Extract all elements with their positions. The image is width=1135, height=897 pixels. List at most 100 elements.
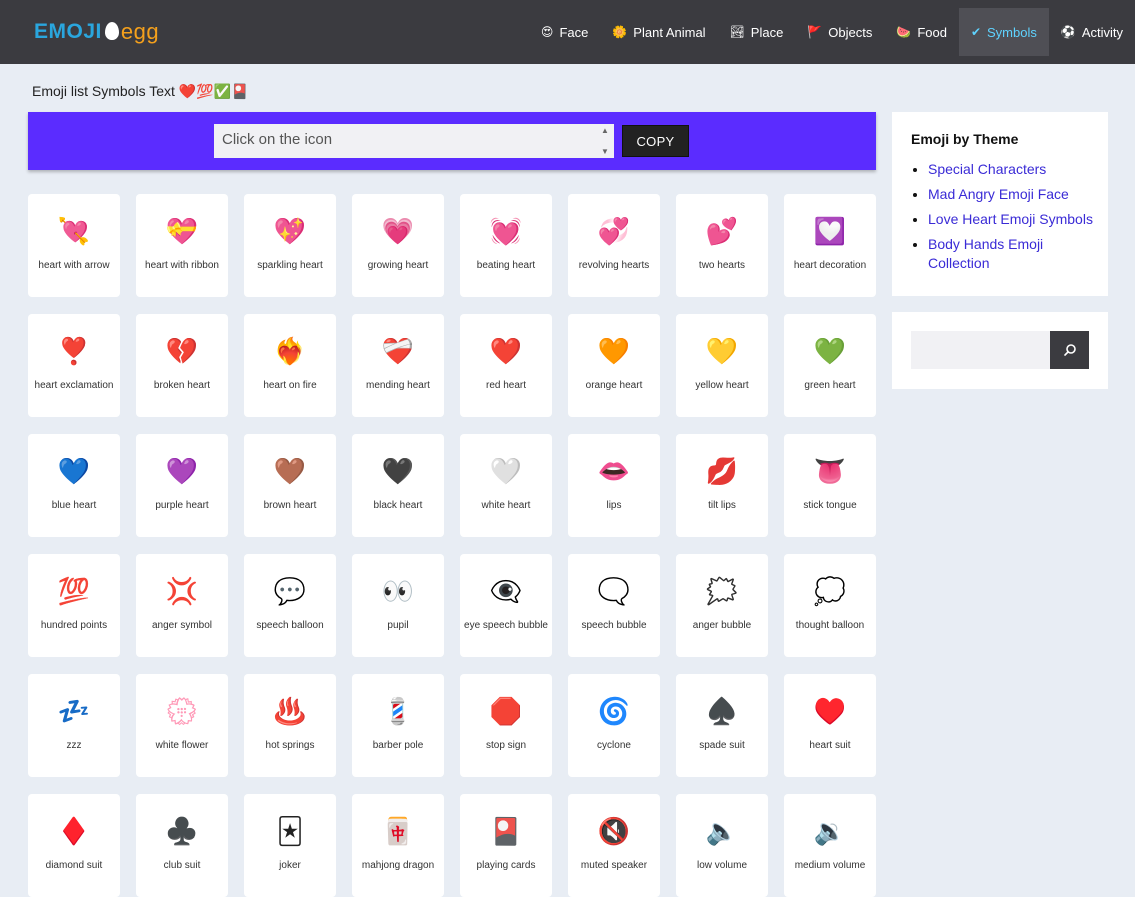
emoji-card[interactable]: ♦️ diamond suit bbox=[28, 794, 120, 897]
emoji-name: mending heart bbox=[366, 380, 430, 391]
emoji-card[interactable]: 🛑 stop sign bbox=[460, 674, 552, 777]
theme-link[interactable]: Mad Angry Emoji Face bbox=[928, 186, 1069, 202]
emoji-card[interactable]: 🧡 orange heart bbox=[568, 314, 660, 417]
emoji-card[interactable]: 🀄 mahjong dragon bbox=[352, 794, 444, 897]
emoji-glyph: ❣️ bbox=[57, 336, 91, 366]
emoji-card[interactable]: 🗯️ anger bubble bbox=[676, 554, 768, 657]
emoji-name: broken heart bbox=[153, 380, 211, 391]
nav-item-place[interactable]: 🏞 Place bbox=[718, 8, 796, 56]
emoji-glyph: 🌀 bbox=[597, 696, 631, 726]
emoji-glyph: ❤️ bbox=[489, 336, 523, 366]
emoji-card[interactable]: 🔈 low volume bbox=[676, 794, 768, 897]
spinner-down-icon[interactable]: ▼ bbox=[601, 147, 609, 156]
copy-input-spinner[interactable]: ▲ ▼ bbox=[598, 126, 612, 156]
emoji-card[interactable]: 💚 green heart bbox=[784, 314, 876, 417]
emoji-card[interactable]: ♥️ heart suit bbox=[784, 674, 876, 777]
emoji-name: diamond suit bbox=[45, 860, 103, 871]
emoji-glyph: 🛑 bbox=[489, 696, 523, 726]
emoji-card[interactable]: 🤎 brown heart bbox=[244, 434, 336, 537]
emoji-card[interactable]: ❤️‍🔥 heart on fire bbox=[244, 314, 336, 417]
emoji-card[interactable]: 💞 revolving hearts bbox=[568, 194, 660, 297]
emoji-card[interactable]: ♠️ spade suit bbox=[676, 674, 768, 777]
theme-list-item: Body Hands Emoji Collection bbox=[928, 235, 1103, 273]
emoji-card[interactable]: 👁️‍🗨️ eye speech bubble bbox=[460, 554, 552, 657]
emoji-card[interactable]: 💭 thought balloon bbox=[784, 554, 876, 657]
emoji-card[interactable]: 💤 zzz bbox=[28, 674, 120, 777]
spinner-up-icon[interactable]: ▲ bbox=[601, 126, 609, 135]
emoji-card[interactable]: 💯 hundred points bbox=[28, 554, 120, 657]
emoji-glyph: 💬 bbox=[273, 576, 307, 606]
copy-input[interactable]: Click on the icon bbox=[214, 124, 614, 158]
theme-list-item: Special Characters bbox=[928, 160, 1103, 179]
emoji-card[interactable]: 💈 barber pole bbox=[352, 674, 444, 777]
emoji-name: spade suit bbox=[699, 740, 745, 751]
nav-item-food[interactable]: 🍉 Food bbox=[884, 8, 959, 56]
theme-link[interactable]: Special Characters bbox=[928, 161, 1046, 177]
copy-button[interactable]: COPY bbox=[622, 125, 689, 157]
site-logo[interactable]: EMOJI egg bbox=[34, 18, 159, 46]
emoji-card[interactable]: 💛 yellow heart bbox=[676, 314, 768, 417]
theme-link[interactable]: Body Hands Emoji Collection bbox=[928, 236, 1043, 271]
emoji-card[interactable]: ❤️ red heart bbox=[460, 314, 552, 417]
emoji-card[interactable]: 👄 lips bbox=[568, 434, 660, 537]
emoji-glyph: ♠️ bbox=[705, 696, 739, 726]
emoji-glyph: 💈 bbox=[381, 696, 415, 726]
emoji-card[interactable]: ❣️ heart exclamation bbox=[28, 314, 120, 417]
emoji-card[interactable]: 💜 purple heart bbox=[136, 434, 228, 537]
emoji-card[interactable]: 💬 speech balloon bbox=[244, 554, 336, 657]
emoji-card[interactable]: 💙 blue heart bbox=[28, 434, 120, 537]
emoji-card[interactable]: 💝 heart with ribbon bbox=[136, 194, 228, 297]
emoji-card[interactable]: 👅 stick tongue bbox=[784, 434, 876, 537]
theme-list-item: Mad Angry Emoji Face bbox=[928, 185, 1103, 204]
emoji-card[interactable]: 🔇 muted speaker bbox=[568, 794, 660, 897]
emoji-card[interactable]: 🗨️ speech bubble bbox=[568, 554, 660, 657]
emoji-name: orange heart bbox=[585, 380, 643, 391]
emoji-card[interactable]: 🖤 black heart bbox=[352, 434, 444, 537]
emoji-card[interactable]: ♨️ hot springs bbox=[244, 674, 336, 777]
logo-text-emoji: EMOJI bbox=[34, 20, 102, 43]
emoji-glyph: 💛 bbox=[705, 336, 739, 366]
emoji-card[interactable]: 💗 growing heart bbox=[352, 194, 444, 297]
emoji-card[interactable]: 💘 heart with arrow bbox=[28, 194, 120, 297]
emoji-card[interactable]: 🔉 medium volume bbox=[784, 794, 876, 897]
emoji-card[interactable]: 💓 beating heart bbox=[460, 194, 552, 297]
emoji-card[interactable]: 💕 two hearts bbox=[676, 194, 768, 297]
emoji-glyph: 💞 bbox=[597, 216, 631, 246]
emoji-name: speech bubble bbox=[581, 620, 647, 631]
emoji-name: heart on fire bbox=[263, 380, 317, 391]
nav-item-objects[interactable]: 🚩 Objects bbox=[795, 8, 884, 56]
emoji-card[interactable]: 💢 anger symbol bbox=[136, 554, 228, 657]
nav-item-plant-animal[interactable]: 🌼 Plant Animal bbox=[600, 8, 717, 56]
emoji-name: red heart bbox=[485, 380, 527, 391]
sidebar-search-input[interactable] bbox=[911, 331, 1051, 369]
emoji-card[interactable]: 💮 white flower bbox=[136, 674, 228, 777]
nav-activity-icon: ⚽ bbox=[1060, 25, 1076, 39]
emoji-name: barber pole bbox=[372, 740, 424, 751]
emoji-card[interactable]: 👀 pupil bbox=[352, 554, 444, 657]
emoji-glyph: 💟 bbox=[813, 216, 847, 246]
emoji-card[interactable]: 🎴 playing cards bbox=[460, 794, 552, 897]
emoji-card[interactable]: 💖 sparkling heart bbox=[244, 194, 336, 297]
emoji-card[interactable]: 🤍 white heart bbox=[460, 434, 552, 537]
emoji-card[interactable]: 💔 broken heart bbox=[136, 314, 228, 417]
emoji-card[interactable]: 💟 heart decoration bbox=[784, 194, 876, 297]
emoji-card[interactable]: 🌀 cyclone bbox=[568, 674, 660, 777]
emoji-card[interactable]: 💋 tilt lips bbox=[676, 434, 768, 537]
emoji-name: hundred points bbox=[40, 620, 108, 631]
page-title: Emoji list Symbols Text ❤️💯✅🎴 bbox=[32, 83, 249, 99]
emoji-glyph: 🤎 bbox=[273, 456, 307, 486]
sidebar-search-button[interactable] bbox=[1050, 331, 1089, 369]
emoji-glyph: 💕 bbox=[705, 216, 739, 246]
emoji-name: muted speaker bbox=[580, 860, 648, 871]
nav-item-face[interactable]: 😍 Face bbox=[529, 8, 600, 56]
emoji-card[interactable]: ♣️ club suit bbox=[136, 794, 228, 897]
nav-item-symbols[interactable]: ✔ Symbols bbox=[958, 8, 1049, 56]
emoji-name: low volume bbox=[696, 860, 748, 871]
theme-link[interactable]: Love Heart Emoji Symbols bbox=[928, 211, 1093, 227]
emoji-card[interactable]: 🃏 joker bbox=[244, 794, 336, 897]
emoji-name: white flower bbox=[155, 740, 209, 751]
nav-item-activity[interactable]: ⚽ Activity bbox=[1049, 8, 1135, 56]
emoji-name: tilt lips bbox=[708, 500, 736, 511]
emoji-name: zzz bbox=[66, 740, 82, 751]
emoji-card[interactable]: ❤️‍🩹 mending heart bbox=[352, 314, 444, 417]
